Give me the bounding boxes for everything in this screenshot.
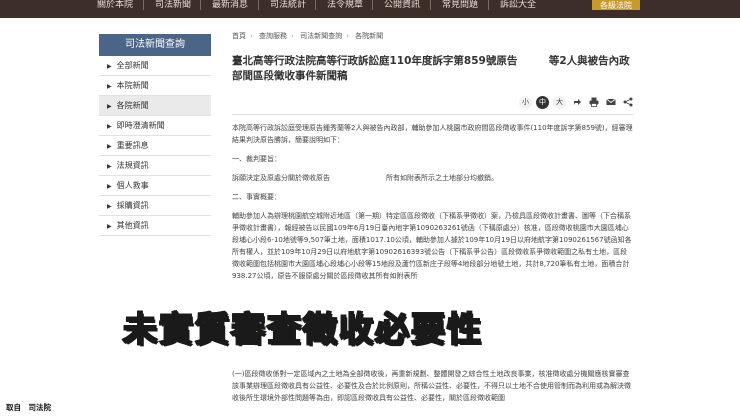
breadcrumb-item[interactable]: 查詢服務 [259,32,287,40]
topnav-item[interactable]: 司法新聞 [155,0,191,10]
arrow-right-icon: ▶ [107,83,112,90]
article-paragraph: 輔助參加人為辦理桃園航空城附近地區（第一期）特定區區段徵收（下稱系爭徵收）案，乃… [232,212,632,280]
source-credit: 取自 司法院 [6,403,51,412]
font-size-medium-button[interactable]: 中 [536,95,549,109]
video-caption: 未實質審查徵收必要性 [122,309,483,351]
arrow-right-icon: ▶ [107,183,112,190]
arrow-right-icon: ▶ [107,163,112,170]
sidebar-item-regulations[interactable]: ▶ 法規資訊 [99,156,211,176]
mail-icon[interactable] [604,96,617,109]
arrow-right-icon: ▶ [107,63,112,70]
article-paragraph: (一)區段徵收係對一定區域內之土地為全部徵收後，再重新規劃、整體開發之綜合性土地… [232,370,631,402]
page-title: 臺北高等行政法院高等行政訴訟庭110年度訴字第859號原告 等2人與被告內政部間… [232,55,630,82]
sidebar-item-courts-news[interactable]: ▶ 各院新聞 [99,96,211,116]
share-network-icon[interactable] [621,96,634,109]
breadcrumb-item[interactable]: 各院新聞 [355,32,383,40]
article-paragraph: 二、事實概要： [232,193,281,201]
breadcrumb-item[interactable]: 首頁 [232,32,246,40]
article-paragraph: 一、裁判要旨： [232,155,281,163]
arrow-right-icon: ▶ [107,123,112,130]
breadcrumb: 首頁 › 查詢服務 › 司法新聞查詢 › 各院新聞 [232,32,384,40]
topnav-item[interactable]: 常見問題 [442,0,478,10]
arrow-right-icon: ▶ [107,103,112,110]
divider [232,114,634,115]
topnav-item[interactable]: 法令規章 [327,0,363,10]
sidebar-item-procurement[interactable]: ▶ 採購資訊 [99,196,211,216]
arrow-right-icon: ▶ [107,223,112,230]
topnav-item[interactable]: 公開資訊 [384,0,420,10]
top-navigation: 關於本院 司法新聞 最新消息 司法統計 法令規章 公開資訊 常見問題 訴訟大全 … [0,0,740,18]
sidebar-item-all-news[interactable]: ▶ 全部新聞 [99,56,211,76]
sidebar-item-personal[interactable]: ▶ 個人救事 [99,176,211,196]
topnav-highlight-button[interactable]: 各級法院 [592,0,640,10]
topnav-item[interactable]: 關於本院 [97,0,133,10]
breadcrumb-item[interactable]: 司法新聞查詢 [300,32,342,40]
sidebar-item-other[interactable]: ▶ 其他資訊 [99,216,211,236]
print-icon[interactable] [587,96,600,109]
sidebar-title: 司法新聞查詢 [99,34,211,56]
font-size-large-button[interactable]: 大 [553,95,566,109]
topnav-item[interactable]: 訴訟大全 [500,0,536,10]
article-paragraph: 本院高等行政訴訟庭受理原告鍾秀蘭等2人與被告內政部，輔助參加人桃園市政府間區段徵… [232,124,633,144]
arrow-right-icon: ▶ [107,143,112,150]
main-content: 首頁 › 查詢服務 › 司法新聞查詢 › 各院新聞 臺北高等行政法院高等行政訴訟庭11… [232,30,634,280]
sidebar-item-clarification[interactable]: ▶ 即時澄清新聞 [99,116,211,136]
sidebar-item-important[interactable]: ▶ 重要訊息 [99,136,211,156]
topnav-item[interactable]: 最新消息 [212,0,248,10]
toolbar: 小 中 大 [519,94,634,110]
sidebar-item-court-news[interactable]: ▶ 本院新聞 [99,76,211,96]
share-icon[interactable] [570,96,583,109]
article-body: 本院高等行政訴訟庭受理原告鍾秀蘭等2人與被告內政部，輔助參加人桃園市政府間區段徵… [232,122,634,289]
sidebar: 司法新聞查詢 ▶ 全部新聞 ▶ 本院新聞 ▶ 各院新聞 ▶ 即時澄清新聞 ▶ 重要訊息 ▶… [99,34,211,236]
topnav-item[interactable]: 司法統計 [270,0,306,10]
article-paragraph: 訴願決定及原處分關於徵收原告 所有如附表所示之土地部分均撤銷。 [232,174,498,182]
font-size-small-button[interactable]: 小 [519,95,532,109]
arrow-right-icon: ▶ [107,203,112,210]
